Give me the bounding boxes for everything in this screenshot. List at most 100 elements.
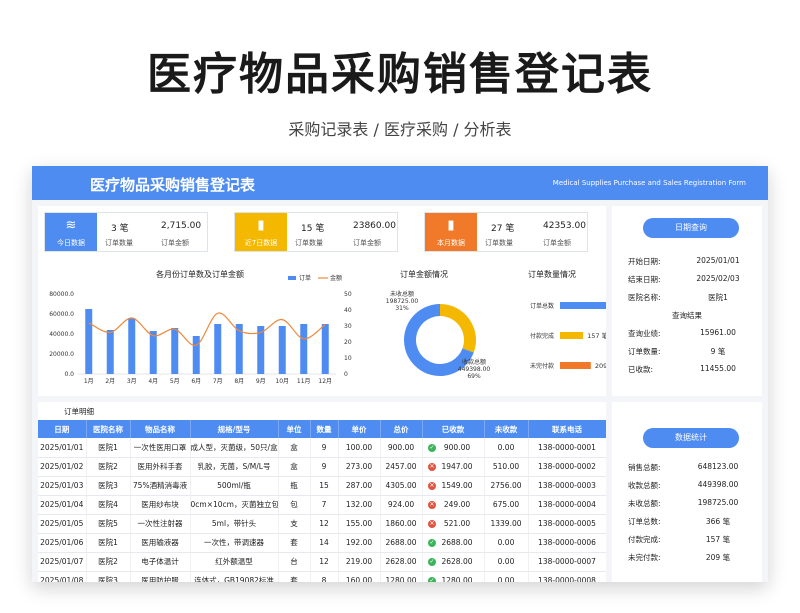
bar-orders (192, 336, 200, 374)
query-row-key: 结束日期: (628, 275, 661, 284)
check-icon: ✓ (428, 539, 436, 547)
query-start-date-row: 开始日期: 2025/01/01 (622, 256, 754, 270)
cell-phone: 138-0000-0005 (528, 514, 606, 534)
monthly-combo-chart: 订单 金额 0.0 20000.0 40000.0 60000.0 80000.0 0 10 20… (49, 274, 352, 385)
cell-phone: 138-0000-0004 (528, 495, 606, 515)
cell-total: 1280.00 (380, 571, 423, 582)
y2-tick-label: 50 (344, 291, 352, 298)
kpi-month-count-caption: 订单数量 (485, 239, 513, 247)
cell-unpaid: 510.00 (484, 457, 529, 477)
query-result-key: 已收款: (628, 365, 654, 374)
cell-unit: 套 (278, 571, 311, 582)
cell-item: 医用纱布块 (130, 495, 191, 515)
bar-orders (171, 328, 179, 374)
cell-qty: 9 (310, 438, 339, 458)
query-row-key: 医院名称: (628, 293, 661, 302)
main-title: 医疗物品采购销售登记表 (147, 49, 653, 100)
cell-phone: 138-0000-0003 (528, 476, 606, 496)
cell-price: 287.00 (338, 476, 381, 496)
stat-value: 157 笔 (705, 535, 731, 544)
cell-spec: 500ml/瓶 (190, 476, 279, 496)
cell-total: 1860.00 (380, 514, 423, 534)
table-header-row: 日期 医院名称 物品名称 规格/型号 单位 数量 单价 总价 已收款 未收款 联… (38, 420, 606, 438)
count-bar (560, 362, 591, 369)
bar-category-label: 订单总数 (530, 302, 554, 310)
column-header: 日期 (38, 420, 87, 438)
slice-label-name: 收款总额 (462, 358, 486, 366)
slice-label-name: 未收总额 (390, 290, 414, 298)
cell-hospital: 医院2 (86, 552, 131, 572)
cell-paid: ✓ 900.00 (422, 438, 485, 458)
column-header: 未收款 (484, 420, 529, 438)
cell-spec: 红外额温型 (190, 552, 279, 572)
bar-value-label: 157 笔 (587, 331, 606, 340)
x-tick-label: 5月 (170, 378, 180, 385)
query-result-row: 查询业绩: 15961.00 (622, 328, 754, 342)
stat-key: 未完付款: (628, 553, 661, 562)
cell-unpaid: 1339.00 (484, 514, 529, 534)
bar-category-label: 未完付款 (530, 362, 554, 370)
query-panel: 日期查询 开始日期: 2025/01/01 结束日期: 2025/02/03 医院名… (612, 206, 762, 396)
date-query-button[interactable]: 日期查询 (643, 218, 739, 238)
cell-unpaid: 0.00 (484, 533, 529, 553)
kpi-month-amount-caption: 订单金额 (543, 239, 571, 247)
cell-date: 2025/01/02 (38, 457, 87, 477)
donut-slice (440, 304, 476, 353)
cell-unit: 盒 (278, 457, 311, 477)
cell-paid: ✓ 2688.00 (422, 533, 485, 553)
cell-unpaid: 0.00 (484, 552, 529, 572)
query-hospital-row: 医院名称: 医院1 (622, 292, 754, 306)
stat-key: 销售总额: (628, 463, 661, 472)
paid-value: 2628.00 (441, 557, 473, 566)
query-start-date-value[interactable]: 2025/01/01 (682, 256, 754, 265)
x-tick-label: 2月 (105, 378, 115, 385)
table-row: 2025/01/08 医院3 医用防护服 连体式，GB19082标准套 8 160.00 1… (38, 571, 606, 582)
cell-item: 医用输液器 (130, 533, 191, 553)
amount-donut-chart: 未收总额198725.0031%收款总额449398.0069% (386, 290, 490, 380)
kpi-month-icon-box: ▮ 本月数据 (425, 213, 477, 251)
bar-orders (300, 324, 308, 374)
cell-total: 2628.00 (380, 552, 423, 572)
count-bar (560, 302, 606, 309)
cross-icon: ✕ (428, 501, 436, 509)
stack-icon: ≋ (65, 218, 77, 233)
banner: 医疗物品采购销售登记表 Medical Supplies Purchase an… (32, 166, 768, 200)
table-row: 2025/01/02 医院2 医用外科手套 乳胶，无菌，S/M/L号盒 9 273.00 2… (38, 457, 606, 477)
cell-phone: 138-0000-0002 (528, 457, 606, 477)
bar-value-label: 209 笔 (595, 361, 606, 370)
cell-hospital: 医院2 (86, 457, 131, 477)
y2-tick-label: 30 (344, 323, 352, 330)
banner-english-title: Medical Supplies Purchase and Sales Regi… (552, 179, 746, 187)
query-result-value: 11455.00 (700, 364, 736, 373)
bar-orders (149, 331, 157, 374)
paid-value: 1549.00 (441, 481, 473, 490)
statistics-button[interactable]: 数据统计 (643, 428, 739, 448)
column-header: 总价 (380, 420, 423, 438)
legend-label-amount: 金额 (330, 274, 342, 282)
cell-paid: ✕ 521.00 (422, 514, 485, 534)
cell-spec: 成人型，灭菌级，50只/盒 (190, 438, 279, 458)
kpi-month: ▮ 本月数据 27 笔 42353.00 订单数量 订单金额 (424, 212, 588, 252)
cell-date: 2025/01/05 (38, 514, 87, 534)
cell-spec: 0cm×10cm，灭菌独立包 (190, 495, 279, 515)
cell-date: 2025/01/08 (38, 571, 87, 582)
cell-date: 2025/01/01 (38, 438, 87, 458)
query-hospital-value[interactable]: 医院1 (682, 292, 754, 303)
cell-qty: 7 (310, 495, 339, 515)
column-header: 规格/型号 (190, 420, 279, 438)
cell-unpaid: 2756.00 (484, 476, 529, 496)
cell-paid: ✓ 2628.00 (422, 552, 485, 572)
cell-spec: 一次性，带调速器 (190, 533, 279, 553)
check-icon: ✓ (428, 577, 436, 582)
query-end-date-value[interactable]: 2025/02/03 (682, 274, 754, 283)
stat-key: 收款总额: (628, 481, 661, 490)
column-header: 物品名称 (130, 420, 191, 438)
query-row-key: 开始日期: (628, 257, 661, 266)
cell-phone: 138-0000-0001 (528, 438, 606, 458)
cell-unit: 瓶 (278, 476, 311, 496)
paid-value: 2688.00 (441, 538, 473, 547)
stat-row: 未收总额: 198725.00 (622, 498, 754, 512)
x-tick-label: 7月 (213, 378, 223, 385)
cell-total: 4305.00 (380, 476, 423, 496)
cell-qty: 8 (310, 571, 339, 582)
